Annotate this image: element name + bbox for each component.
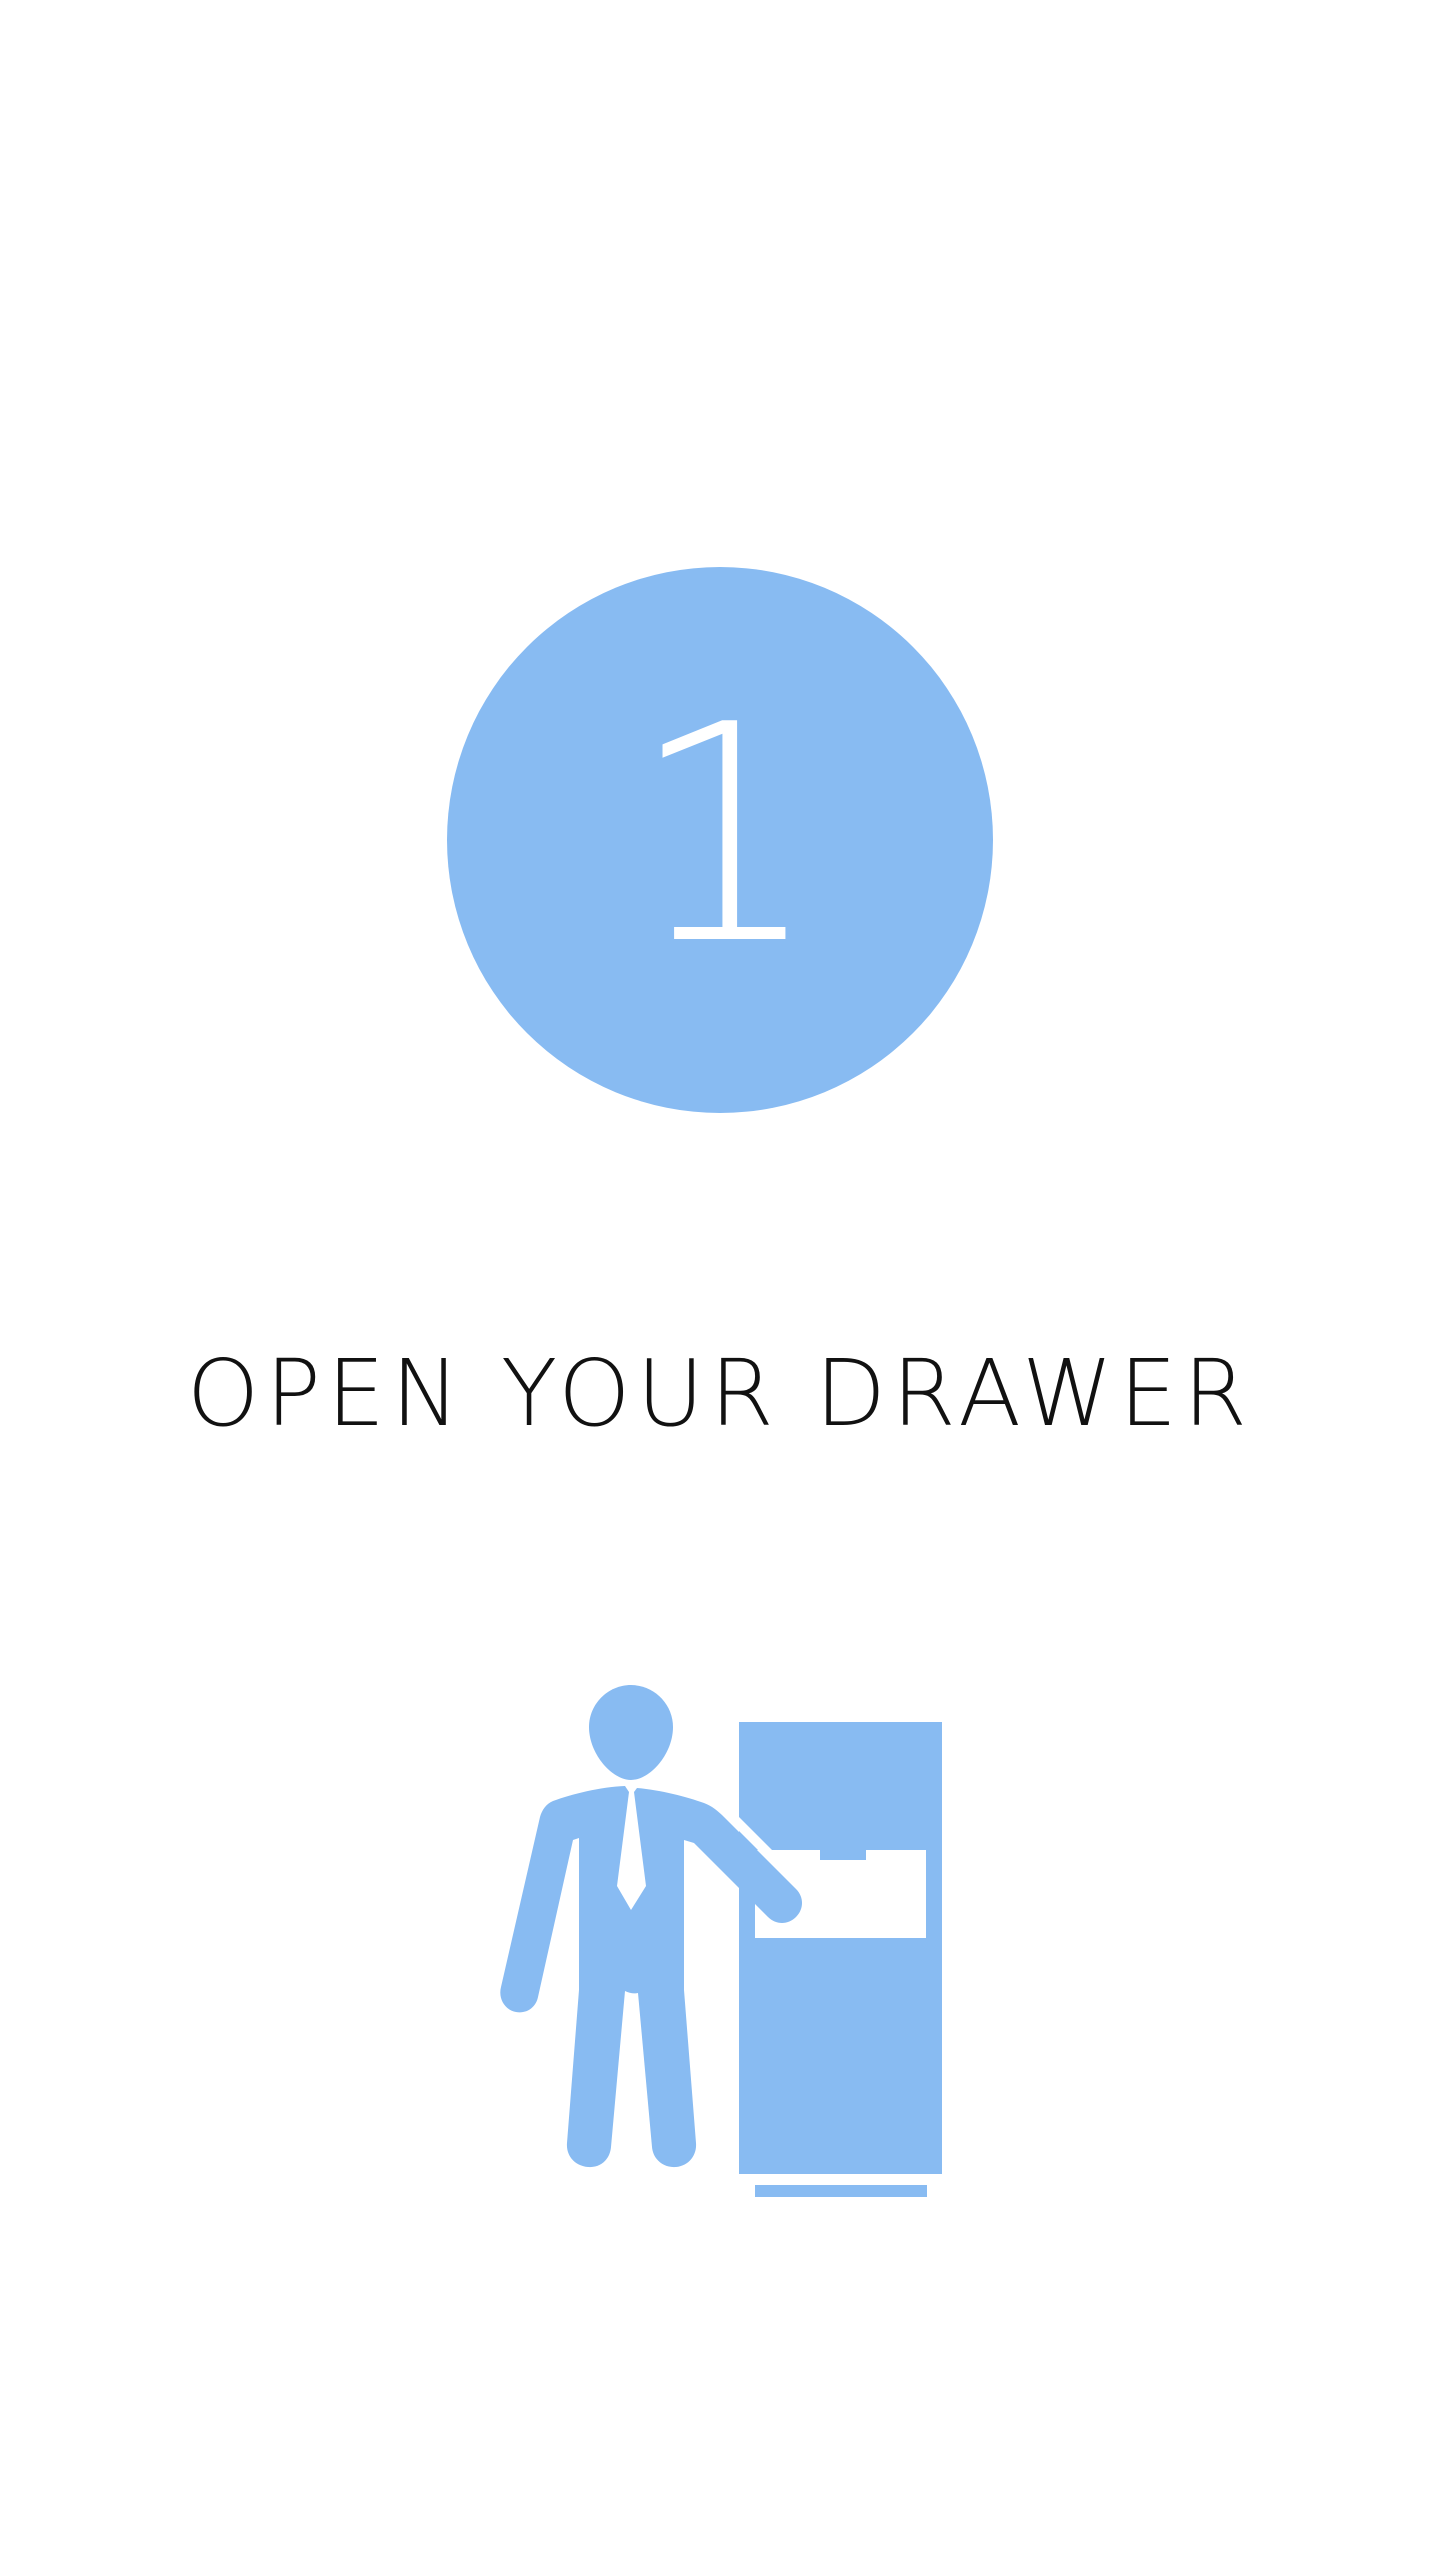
step-number-badge: 1 <box>447 567 993 1113</box>
step-number: 1 <box>629 661 821 1010</box>
instruction-title: OPEN YOUR DRAWER <box>186 1340 1254 1447</box>
person-at-filing-cabinet-icon <box>500 1685 942 2197</box>
